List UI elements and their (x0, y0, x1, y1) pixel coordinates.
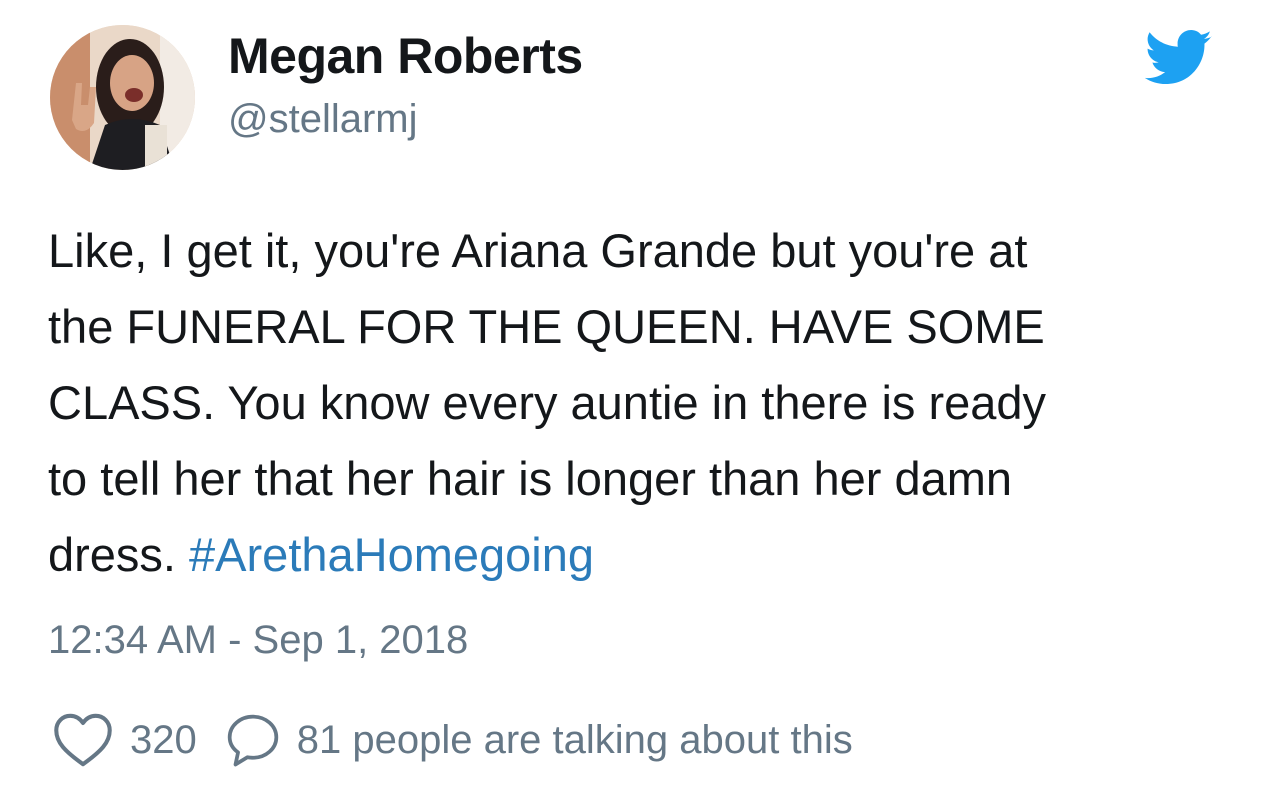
like-count: 320 (130, 717, 197, 762)
avatar-image (50, 25, 195, 170)
like-button[interactable]: 320 (52, 712, 225, 768)
hashtag-link[interactable]: #ArethaHomegoing (189, 528, 594, 581)
tweet-text-fragment: dress. (48, 528, 190, 581)
speech-bubble-icon (227, 714, 278, 767)
tweet-text-line: CLASS. You know every auntie in there is… (48, 376, 1047, 429)
tweet-text-line: the FUNERAL FOR THE QUEEN. HAVE SOME (48, 300, 1045, 353)
tweet-text-line: Like, I get it, you're Ariana Grande but… (48, 224, 1028, 277)
author-handle[interactable]: @stellarmj (228, 94, 418, 144)
tweet-card: Megan Roberts @stellarmj Like, I get it,… (0, 0, 1265, 791)
reply-button[interactable]: 81 people are talking about this (225, 712, 853, 768)
tweet-timestamp[interactable]: 12:34 AM - Sep 1, 2018 (48, 610, 468, 670)
tweet-actions: 320 81 people are talking about this (52, 708, 853, 772)
tweet-text-line: to tell her that her hair is longer than… (48, 452, 1013, 505)
author-display-name[interactable]: Megan Roberts (228, 26, 583, 86)
talking-about-text: 81 people are talking about this (296, 717, 853, 762)
tweet-text: Like, I get it, you're Ariana Grande but… (48, 213, 1228, 593)
twitter-bird-icon[interactable] (1144, 30, 1213, 88)
tweet-text-line-last: dress. #ArethaHomegoing (48, 517, 1228, 593)
avatar[interactable] (50, 25, 195, 170)
heart-outline-icon (54, 713, 112, 767)
